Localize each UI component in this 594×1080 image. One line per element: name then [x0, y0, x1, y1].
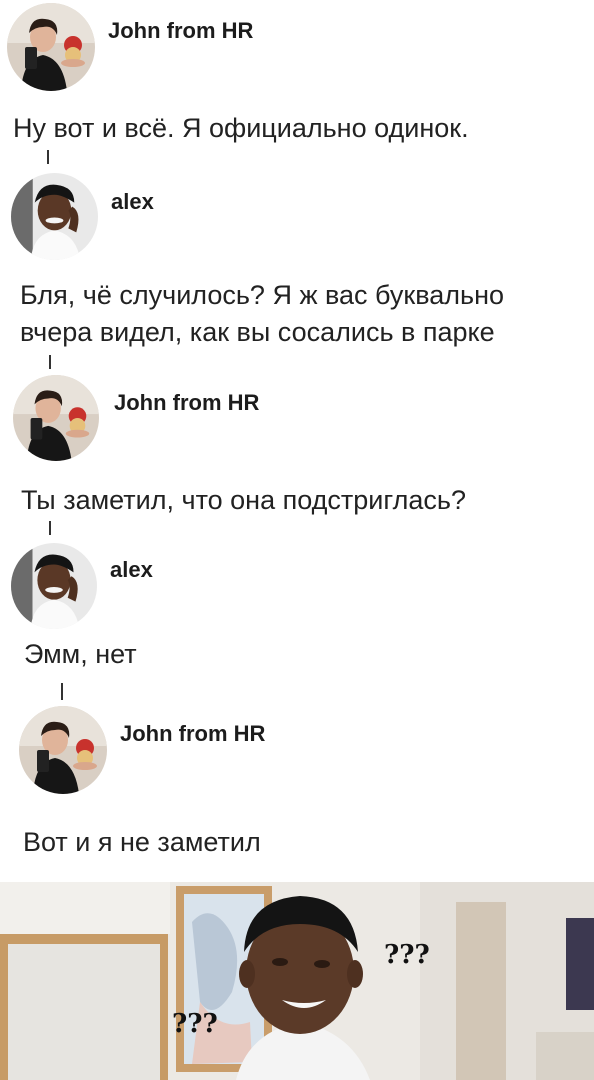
thread-connector [49, 355, 51, 369]
message-text-line: Ты заметил, что она подстриглась? [21, 485, 466, 515]
author-name[interactable]: John from HR [114, 390, 259, 416]
confused-meme-image: ??? ??? [0, 882, 594, 1080]
confused-meme-picture [0, 882, 594, 1080]
meme-right-label: ??? [384, 940, 430, 970]
meme-left-label: ??? [172, 1009, 218, 1039]
thread-connector [49, 521, 51, 535]
message-text-line: вчера видел, как вы сосались в парке [20, 317, 495, 347]
alex-avatar-image [11, 543, 97, 629]
john-avatar-image [7, 3, 95, 91]
john-selfie-avatar[interactable] [7, 3, 95, 91]
message-text-line: Бля, чё случилось? Я ж вас буквально [20, 280, 505, 310]
author-name[interactable]: alex [111, 189, 154, 215]
message-text-line: Эмм, нет [24, 639, 137, 669]
alex-phone-avatar[interactable] [11, 543, 97, 629]
message-text-line: Вот и я не заметил [23, 827, 261, 857]
author-name[interactable]: John from HR [120, 721, 265, 747]
thread-connector [61, 683, 63, 700]
message-text-line: Ну вот и всё. Я официально одинок. [13, 113, 469, 143]
thread-connector [47, 150, 49, 164]
john-avatar-image [19, 706, 107, 794]
alex-phone-avatar[interactable] [11, 173, 98, 260]
john-selfie-avatar[interactable] [13, 375, 99, 461]
author-name[interactable]: alex [110, 557, 153, 583]
john-avatar-image [13, 375, 99, 461]
john-selfie-avatar[interactable] [19, 706, 107, 794]
author-name[interactable]: John from HR [108, 18, 253, 44]
alex-avatar-image [11, 173, 98, 260]
